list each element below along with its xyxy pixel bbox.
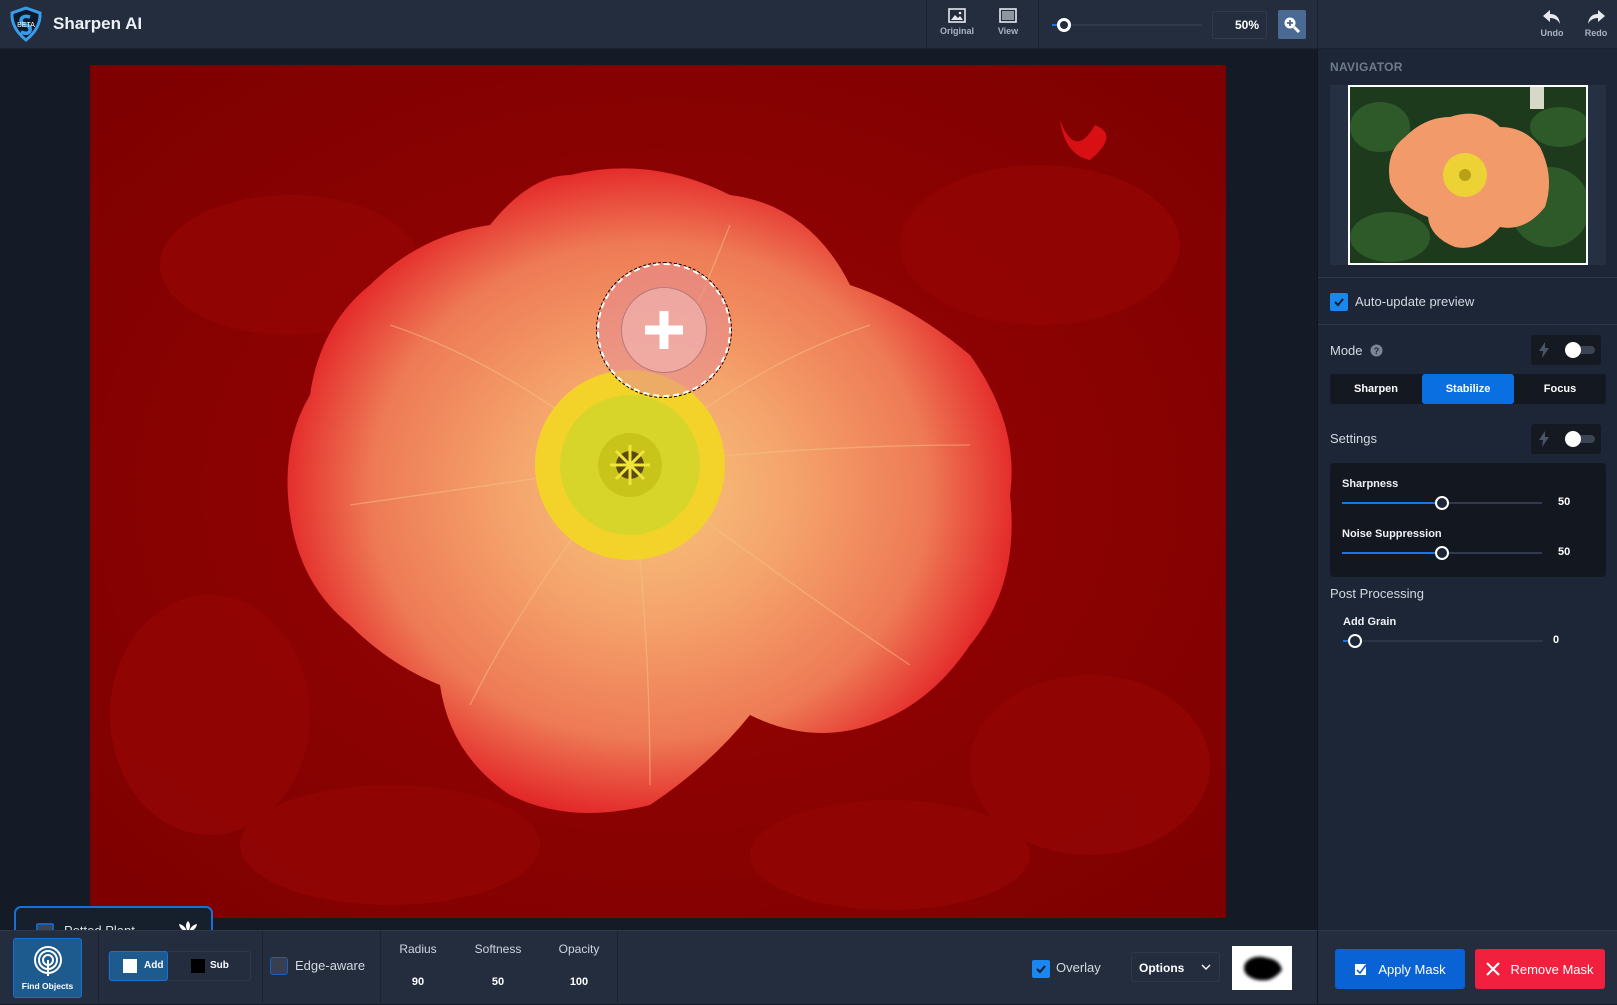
mode-auto-toggle[interactable] [1531,335,1601,365]
mode-option-focus[interactable]: Focus [1514,374,1606,404]
zoom-value-field[interactable]: 50% [1212,11,1267,39]
overlay-checkbox[interactable] [1032,960,1050,978]
navigator-title: NAVIGATOR [1330,60,1403,74]
sharpness-label: Sharpness [1342,478,1399,490]
brush-cursor [596,262,732,398]
add-label: Add [144,960,164,971]
settings-label: Settings [1330,431,1377,446]
opacity-label: Opacity [558,942,600,956]
apply-check-icon [1355,964,1368,975]
top-toolbar: BETA Sharpen AI Original View 50% Undo R… [0,0,1617,49]
add-sub-toggle: Add Sub [108,951,251,981]
redo-label: Redo [1584,28,1608,38]
image-icon [948,8,966,23]
right-sidebar: NAVIGATOR Auto-update preview Mode ? Sha… [1317,49,1617,930]
noise-suppression-slider[interactable]: 50 [1342,546,1582,560]
navigator-panel [1330,85,1606,265]
options-dropdown[interactable]: Options [1131,952,1220,982]
checkmark-icon [1036,965,1046,974]
add-grain-value: 0 [1553,634,1560,646]
app-logo-icon: BETA [10,6,42,42]
noise-suppression-label: Noise Suppression [1342,528,1442,540]
plus-icon [645,311,683,349]
post-processing-label: Post Processing [1330,586,1424,601]
zoom-button[interactable] [1278,10,1306,39]
lightning-icon [1539,431,1549,447]
mask-shape [1244,956,1282,981]
apply-mask-button[interactable]: Apply Mask [1335,949,1465,989]
sharpness-slider[interactable]: 50 [1342,496,1582,510]
slider-thumb[interactable] [1348,634,1362,648]
mask-preview-thumbnail[interactable] [1232,946,1292,990]
mask-toolbar: Find Objects Add Sub Edge-aware Radius 9… [0,930,1317,1005]
mode-option-stabilize[interactable]: Stabilize [1422,374,1514,404]
radius-label: Radius [399,942,437,956]
zoom-slider-track[interactable] [1052,24,1202,26]
options-label: Options [1139,961,1185,975]
edge-aware-label: Edge-aware [295,958,366,973]
sharpness-value: 50 [1558,496,1571,508]
checkmark-icon [1334,298,1344,307]
opacity-value[interactable]: 100 [549,976,609,988]
canvas-area: Potted Plant [0,49,1317,965]
close-icon [1486,962,1501,976]
app-title: Sharpen AI [53,14,143,33]
poppy-photo-with-mask-overlay [90,65,1226,918]
radius-param[interactable]: Radius 90 [388,931,448,988]
lightning-icon [1539,342,1549,358]
add-grain-slider[interactable]: 0 [1343,634,1583,648]
softness-value[interactable]: 50 [468,976,528,988]
slider-thumb[interactable] [1435,546,1449,560]
find-objects-label: Find Objects [21,981,74,991]
navigator-thumbnail [1350,87,1586,263]
add-grain-label: Add Grain [1343,616,1397,628]
original-label: Original [939,26,974,36]
mask-actions: Apply Mask Remove Mask [1317,930,1617,1004]
opacity-param[interactable]: Opacity 100 [549,931,609,988]
zoom-slider-thumb[interactable] [1057,18,1071,32]
mode-selector: Sharpen Stabilize Focus [1330,374,1606,404]
apply-mask-label: Apply Mask [1378,961,1446,977]
photo-canvas[interactable] [90,65,1226,918]
radius-value[interactable]: 90 [388,976,448,988]
fingerprint-target-icon [33,946,62,976]
help-icon[interactable]: ? [1370,344,1383,357]
undo-button[interactable]: Undo [1534,8,1570,38]
mode-label: Mode [1330,343,1363,358]
magnifier-plus-icon [1284,17,1301,33]
undo-label: Undo [1540,28,1564,38]
find-objects-button[interactable]: Find Objects [13,938,82,998]
softness-label: Softness [474,942,522,956]
settings-panel: Sharpness 50 Noise Suppression 50 [1330,463,1606,577]
redo-arrow-icon [1588,10,1605,24]
overlay-label: Overlay [1056,960,1101,975]
mode-option-sharpen[interactable]: Sharpen [1330,374,1422,404]
auto-update-label: Auto-update preview [1355,294,1475,309]
view-button[interactable]: View [986,8,1030,36]
chevron-down-icon [1201,964,1211,970]
remove-mask-button[interactable]: Remove Mask [1475,949,1605,989]
redo-button[interactable]: Redo [1578,8,1614,38]
white-swatch-icon [123,959,137,973]
settings-auto-toggle[interactable] [1531,424,1601,454]
add-mode-button[interactable]: Add [109,951,168,981]
undo-arrow-icon [1543,10,1560,24]
black-swatch-icon [191,959,205,973]
view-label: View [997,26,1019,36]
navigator-viewport[interactable] [1348,85,1588,265]
edge-aware-checkbox[interactable] [270,957,288,975]
noise-suppression-value: 50 [1558,546,1571,558]
slider-thumb[interactable] [1435,496,1449,510]
svg-text:?: ? [1374,346,1380,356]
softness-param[interactable]: Softness 50 [468,931,528,988]
auto-update-checkbox[interactable] [1330,293,1348,311]
divider [1318,324,1617,325]
divider [1318,277,1617,278]
view-frame-icon [999,8,1017,23]
sub-mode-button[interactable]: Sub [210,960,229,971]
remove-mask-label: Remove Mask [1510,961,1594,977]
original-button[interactable]: Original [935,8,979,36]
svg-text:BETA: BETA [17,22,35,29]
